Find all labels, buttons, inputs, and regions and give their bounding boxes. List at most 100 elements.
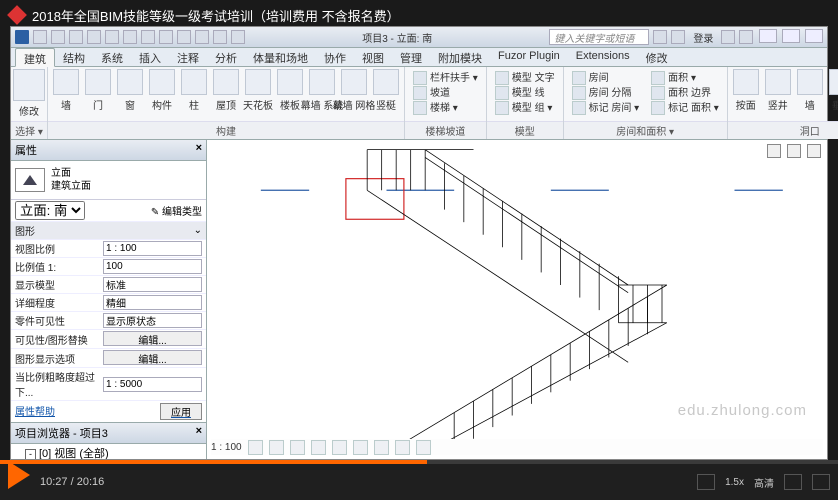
minimize-button[interactable] [759,29,777,43]
sun-path-icon[interactable] [290,440,305,455]
prop-value-input[interactable] [103,259,202,274]
view-max-icon[interactable] [807,144,821,158]
play-button[interactable] [8,461,30,489]
ribbon-item[interactable]: 构件 [147,69,177,112]
exchange-icon[interactable] [721,30,735,44]
properties-close-icon[interactable]: × [196,142,202,158]
qat-undo-icon[interactable] [69,30,83,44]
lock-3d-icon[interactable] [374,440,389,455]
browser-close-icon[interactable]: × [196,425,202,441]
ribbon-item[interactable]: 房间 [572,71,640,86]
reveal-hidden-icon[interactable] [416,440,431,455]
app-menu-icon[interactable] [15,30,29,44]
tab-体量和场地[interactable]: 体量和场地 [245,48,316,66]
prop-edit-button[interactable]: 编辑... [103,331,202,346]
tab-视图[interactable]: 视图 [354,48,392,66]
prop-value-input[interactable] [103,277,202,292]
ribbon-item[interactable]: 模型 文字 [495,71,555,86]
subscription-icon[interactable] [653,30,667,44]
tab-Fuzor Plugin[interactable]: Fuzor Plugin [490,48,568,66]
qat-print-icon[interactable] [105,30,119,44]
apply-button[interactable]: 应用 [160,403,202,420]
prop-value-input[interactable] [103,241,202,256]
help-search-input[interactable]: 键入关键字或短语 [549,29,649,45]
ribbon-item[interactable]: 竖井 [763,69,793,112]
ribbon-item[interactable]: 模型 线 [495,86,555,101]
temp-hide-icon[interactable] [395,440,410,455]
prop-value-input[interactable] [103,295,202,310]
ribbon-item[interactable]: 楼梯 ▾ [413,101,478,116]
ribbon-item[interactable]: 柱 [179,69,209,112]
shadows-icon[interactable] [311,440,326,455]
ribbon-item[interactable]: 面积 ▾ [651,71,719,86]
crop-region-icon[interactable] [353,440,368,455]
qat-thin-icon[interactable] [177,30,191,44]
ribbon-item[interactable]: 墙 [51,69,81,112]
ribbon-item[interactable]: 模型 组 ▾ [495,101,555,116]
settings-icon[interactable] [784,474,802,490]
tree-node[interactable]: -[0] 视图 (全部) [25,444,206,459]
tab-插入[interactable]: 插入 [131,48,169,66]
progress-bar[interactable] [0,460,838,464]
qat-align-icon[interactable] [141,30,155,44]
prop-value-input[interactable] [103,377,202,392]
qat-save-icon[interactable] [51,30,65,44]
tab-附加模块[interactable]: 附加模块 [430,48,490,66]
ribbon-item[interactable]: 墙 [795,69,825,112]
qat-section-icon[interactable] [159,30,173,44]
ribbon-item[interactable]: 房间 分隔 [572,86,640,101]
nav-wheel-icon[interactable] [787,144,801,158]
help-icon[interactable] [739,30,753,44]
tab-管理[interactable]: 管理 [392,48,430,66]
project-browser-tree[interactable]: -[0] 视图 (全部)+楼层平面+天花板平面+三维视图-立面 (建筑立面)东北… [11,444,206,459]
crop-view-icon[interactable] [332,440,347,455]
ribbon-item[interactable]: 面积 边界 [651,86,719,101]
ribbon-item[interactable]: 坡道 [413,86,478,101]
ribbon-item[interactable]: 按面 [731,69,761,112]
speed-button[interactable]: 1.5x [725,477,744,488]
prop-value-input[interactable] [103,313,202,328]
favorite-icon[interactable] [671,30,685,44]
instance-selector[interactable]: 立面: 南 [15,201,85,220]
type-selector[interactable]: 立面 建筑立面 [11,161,206,200]
visual-style-icon[interactable] [269,440,284,455]
fullscreen-icon[interactable] [812,474,830,490]
ribbon-item[interactable]: 门 [83,69,113,112]
ribbon-item[interactable]: 窗 [115,69,145,112]
qat-measure-icon[interactable] [123,30,137,44]
tab-Extensions[interactable]: Extensions [568,48,638,66]
qat-redo-icon[interactable] [87,30,101,44]
detail-level-icon[interactable] [248,440,263,455]
drawing-canvas[interactable]: edu.zhulong.com 1 : 100 [207,140,827,459]
tab-系统[interactable]: 系统 [93,48,131,66]
modify-tool[interactable]: 修改 [14,69,44,118]
qat-open-icon[interactable] [33,30,47,44]
view-cube-icon[interactable] [767,144,781,158]
ribbon-item[interactable]: 天花板 [243,69,273,112]
qat-switch-icon[interactable] [213,30,227,44]
edit-type-button[interactable]: ✎ 编辑类型 [151,207,202,218]
signin-link[interactable]: 登录 [693,30,713,45]
view-scale[interactable]: 1 : 100 [211,442,242,453]
tab-分析[interactable]: 分析 [207,48,245,66]
tab-协作[interactable]: 协作 [316,48,354,66]
ribbon-item[interactable]: 标记 房间 ▾ [572,101,640,116]
properties-help-link[interactable]: 属性帮助 [15,403,55,420]
ribbon-item[interactable]: 栏杆扶手 ▾ [413,71,478,86]
close-button[interactable] [805,29,823,43]
ribbon-item[interactable]: 竖梃 [371,69,401,112]
ribbon-item[interactable]: 幕墙 网格 [339,69,369,112]
tab-结构[interactable]: 结构 [55,48,93,66]
ribbon-item[interactable]: 标记 面积 ▾ [651,101,719,116]
volume-icon[interactable] [697,474,715,490]
ribbon-item[interactable]: 屋顶 [211,69,241,112]
tab-注释[interactable]: 注释 [169,48,207,66]
tab-建筑[interactable]: 建筑 [15,48,55,67]
ribbon-item[interactable]: 垂直 [827,69,838,112]
prop-edit-button[interactable]: 编辑... [103,350,202,365]
maximize-button[interactable] [782,29,800,43]
qat-close-icon[interactable] [195,30,209,44]
quality-button[interactable]: 高清 [754,475,774,490]
tab-修改[interactable]: 修改 [638,48,676,66]
qat-dropdown-icon[interactable] [231,30,245,44]
